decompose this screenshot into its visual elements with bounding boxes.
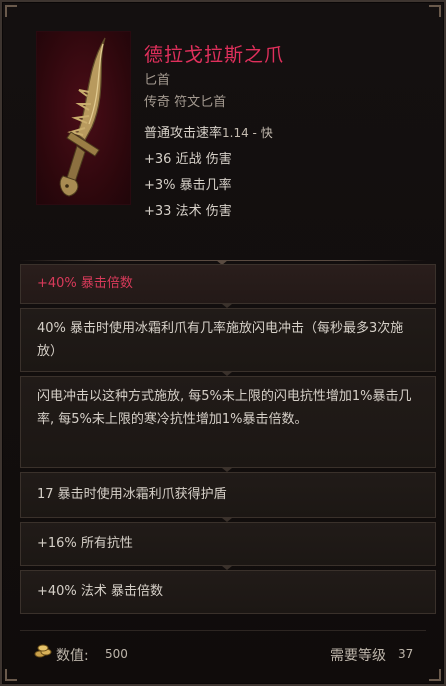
item-portrait: [36, 31, 131, 205]
affix-row[interactable]: 40% 暴击时使用冰霜利爪有几率施放闪电冲击（每秒最多3次施放）: [20, 308, 436, 372]
affix-text: +40% 法术 暴击倍数: [37, 584, 164, 599]
base-stat: +36 近战 伤害: [144, 152, 232, 167]
item-value: 500: [105, 647, 128, 661]
frame-corner: [429, 669, 441, 681]
attack-speed-value: 1.14 - 快: [222, 126, 273, 140]
attack-speed-label: 普通攻击速率: [144, 126, 223, 141]
affix-row[interactable]: 17 暴击时使用冰霜利爪获得护盾: [20, 472, 436, 518]
affix-text: 40% 暴击时使用冰霜利爪有几率施放闪电冲击（每秒最多3次施放）: [37, 321, 404, 359]
base-stat: +3% 暴击几率: [144, 178, 232, 193]
frame-corner: [5, 5, 17, 17]
item-name: 德拉戈拉斯之爪: [144, 44, 285, 66]
coin-pile-icon: [34, 644, 52, 658]
required-level: 37: [398, 647, 414, 661]
item-rarity: 传奇 符文匕首: [144, 95, 227, 110]
affix-text: +40% 暴击倍数: [37, 276, 133, 291]
attack-speed-stat: 普通攻击速率1.14 - 快: [144, 122, 273, 141]
affix-row[interactable]: +16% 所有抗性: [20, 522, 436, 566]
affix-text: 闪电冲击以这种方式施放, 每5%未上限的闪电抗性增加1%暴击几率, 每5%未上限…: [37, 389, 412, 427]
value-label: 数值:: [56, 648, 89, 664]
affix-text: +16% 所有抗性: [37, 536, 133, 551]
footer-divider: [20, 630, 426, 631]
frame-corner: [429, 5, 441, 17]
affix-row[interactable]: +40% 暴击倍数: [20, 264, 436, 304]
affix-row[interactable]: +40% 法术 暴击倍数: [20, 570, 436, 614]
dagger-claw-icon: [59, 37, 106, 197]
item-type: 匕首: [144, 73, 171, 88]
required-level-label: 需要等级: [330, 648, 386, 664]
base-stat: +33 法术 伤害: [144, 204, 232, 219]
affix-text: 17 暴击时使用冰霜利爪获得护盾: [37, 487, 227, 502]
frame-corner: [5, 669, 17, 681]
item-tooltip: 德拉戈拉斯之爪 匕首 传奇 符文匕首 普通攻击速率1.14 - 快 +36 近战…: [0, 0, 446, 686]
affix-row[interactable]: 闪电冲击以这种方式施放, 每5%未上限的闪电抗性增加1%暴击几率, 每5%未上限…: [20, 376, 436, 468]
